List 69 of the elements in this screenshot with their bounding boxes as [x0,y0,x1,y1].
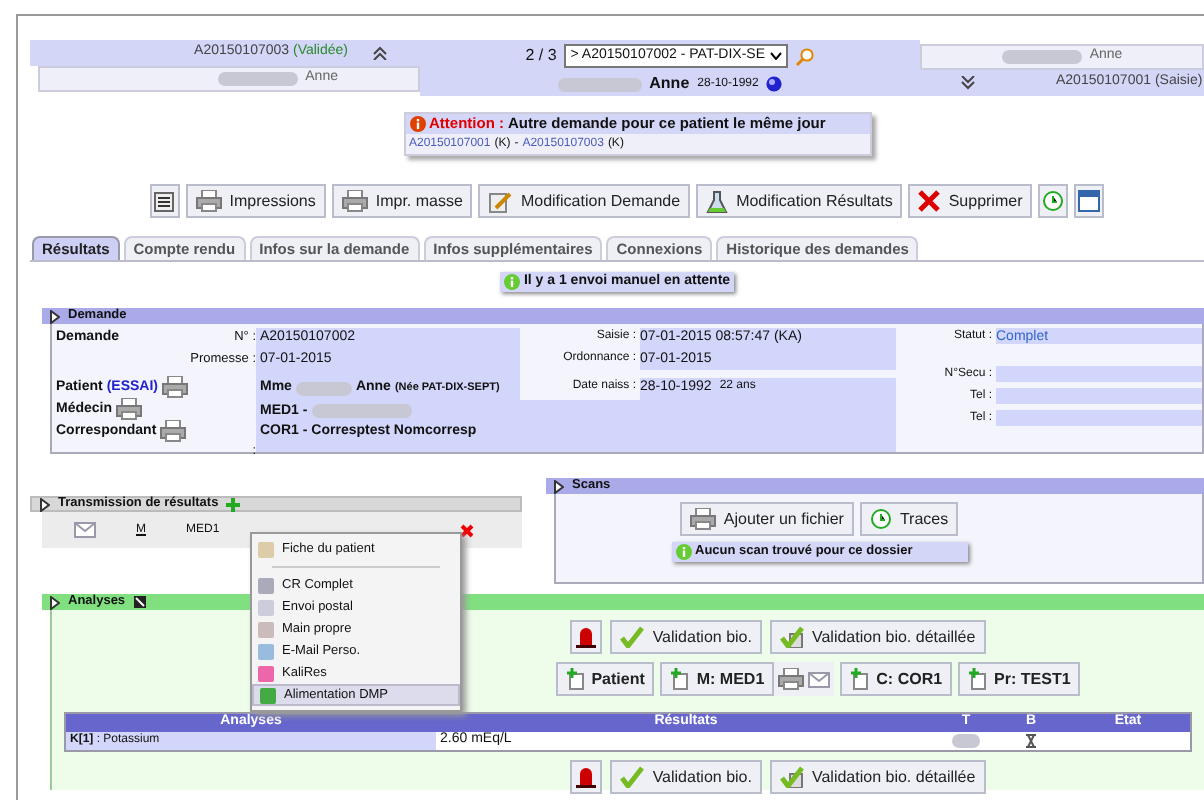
history-icon [869,508,892,530]
info-icon [675,544,691,560]
toolbar-icon-button[interactable] [1074,184,1105,218]
printer-icon [160,420,187,443]
printer-icon [116,398,143,421]
expand-triangle-icon[interactable] [50,595,60,609]
up-chevrons-icon[interactable] [372,46,388,60]
check-document-icon [779,766,804,788]
redacted-text [952,734,980,748]
scan-button[interactable]: Ajouter un fichier [679,502,854,536]
envelope-icon [808,671,831,687]
toolbar-button[interactable]: Impressions [185,184,326,218]
siren-icon [576,626,597,648]
calendar-icon [1078,190,1101,212]
toolbar-button[interactable]: Impr. masse [331,184,473,218]
hourglass-icon [1026,734,1036,748]
redacted-text [557,77,642,91]
toolbar-button[interactable]: Modification Demande [478,184,691,218]
printer-icon [341,190,368,212]
check-icon [620,626,645,648]
expand-triangle-icon[interactable] [50,309,60,323]
recipient-button[interactable]: Patient [555,662,655,696]
check-icon [620,766,645,788]
recipient-button[interactable]: Pr: TEST1 [958,662,1081,696]
patient-name: Anne [649,72,690,96]
printer-icon [162,376,189,399]
cross-icon [918,190,941,212]
document-plus-icon [968,668,987,690]
redacted-text [1001,50,1082,64]
validation-button[interactable]: Validation bio. détaillée [769,620,986,654]
envelope-icon [74,522,96,538]
document-plus-icon [565,668,584,690]
toolbar-button[interactable]: Modification Résultats [696,184,903,218]
globe-icon [766,76,783,92]
printer-icon [689,508,716,530]
validation-button[interactable]: Validation bio. détaillée [769,760,986,794]
recipient-button[interactable]: C: COR1 [840,662,953,696]
info-icon [503,274,520,290]
document-plus-icon [670,668,689,690]
toolbar-icon-button[interactable] [149,184,180,218]
list-icon [154,191,175,211]
menu-item-icon [258,541,274,557]
siren-icon [576,766,597,788]
position-counter: 2 / 3 [525,44,557,68]
printer-icon [778,668,805,690]
history-icon [1042,190,1065,212]
validation-button[interactable]: Validation bio. [610,620,762,654]
check-document-icon [779,626,804,648]
alarm-button[interactable] [570,620,603,654]
search-icon[interactable] [796,47,815,65]
validation-button[interactable]: Validation bio. [610,760,762,794]
toolbar-button[interactable]: Supprimer [908,184,1033,218]
recipient-button[interactable]: M: MED1 [660,662,775,696]
redacted-text [295,381,352,396]
redacted-text [217,72,298,86]
info-icon [409,116,425,132]
expand-triangle-icon[interactable] [554,479,564,493]
flask-icon [706,189,729,213]
printer-icon [195,190,222,212]
alarm-button[interactable] [570,760,603,794]
expand-triangle-icon[interactable] [40,497,50,511]
document-plus-icon [850,668,869,690]
dropdown-caret-icon [770,52,783,60]
down-chevrons-icon[interactable] [960,76,976,90]
scan-button[interactable]: Traces [859,502,959,536]
pencil-icon [488,189,513,213]
delete-icon[interactable] [459,523,474,537]
collapse-icon[interactable] [133,596,146,608]
redacted-text [311,404,412,419]
